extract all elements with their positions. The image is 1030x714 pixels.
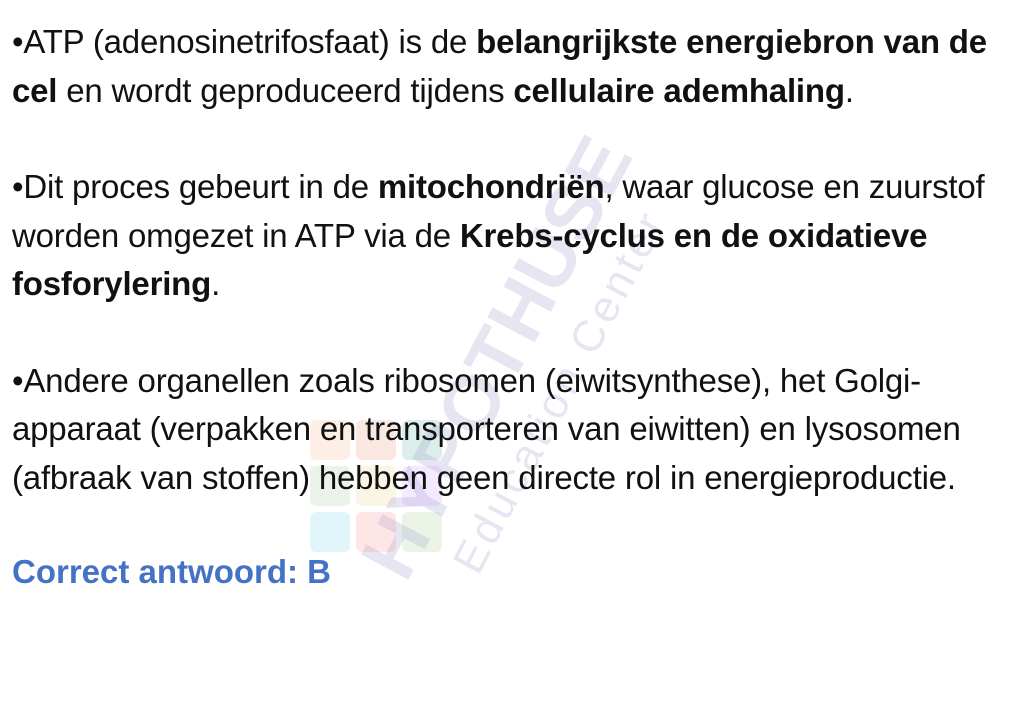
text-segment: ATP (adenosinetrifosfaat) is de: [23, 23, 477, 60]
slide-content: •ATP (adenosinetrifosfaat) is de belangr…: [12, 18, 1018, 596]
paragraph-mitochondria: •Dit proces gebeurt in de mitochondriën,…: [12, 163, 1018, 309]
text-segment: Andere organellen zoals ribosomen (eiwit…: [12, 361, 961, 496]
paragraph-other-organelles: •Andere organellen zoals ribosomen (eiwi…: [12, 357, 1018, 503]
text-segment: en wordt geproduceerd tijdens: [57, 71, 514, 109]
text-segment: .: [211, 265, 221, 302]
bold-segment: cellulaire ademhaling: [513, 71, 845, 109]
bold-segment: mitochondriën: [377, 168, 605, 205]
text-segment: .: [844, 71, 854, 109]
paragraph-atp: •ATP (adenosinetrifosfaat) is de belangr…: [12, 18, 1018, 115]
bullet: •: [12, 23, 24, 60]
correct-answer: Correct antwoord: B: [12, 553, 332, 590]
bullet: •: [12, 361, 24, 399]
text-segment: Dit proces gebeurt in de: [23, 168, 378, 205]
bullet: •: [12, 168, 24, 205]
